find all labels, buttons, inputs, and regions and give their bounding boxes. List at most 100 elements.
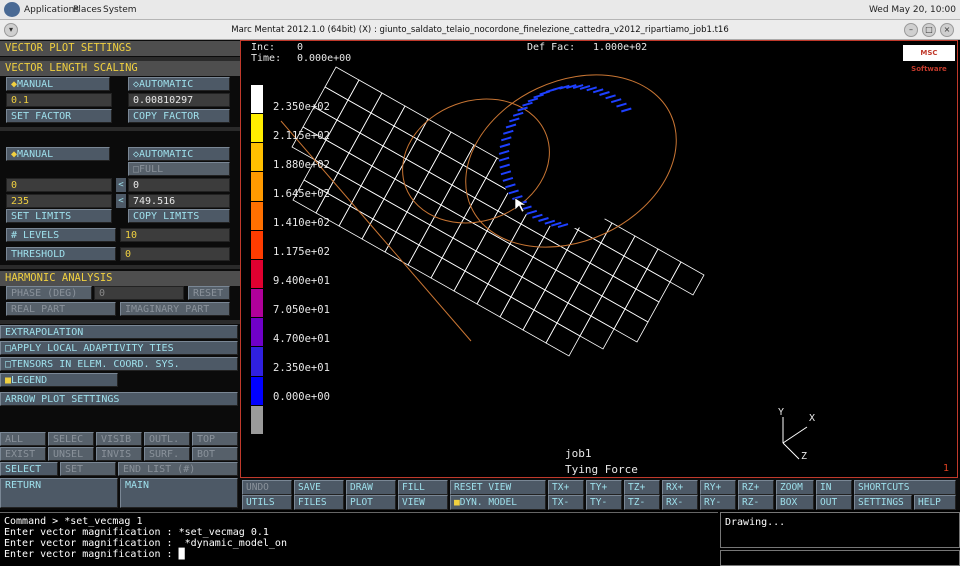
mesh-element [612,255,648,290]
return-button[interactable]: RETURN [0,478,118,508]
select-outline-button[interactable]: OUTL. [144,432,190,446]
shortcuts-button[interactable]: SHORTCUTS [854,480,956,495]
mesh-element [407,244,443,279]
undo-button[interactable]: UNDO [242,480,292,495]
mesh-element [336,99,372,134]
automatic-scaling-toggle[interactable]: ◇AUTOMATIC [128,77,230,91]
tensors-toggle[interactable]: □TENSORS IN ELEM. COORD. SYS. [0,357,238,371]
min-limit-input[interactable]: 0 [6,178,112,192]
ty-plus-button[interactable]: TY+ [586,480,622,495]
zoom-out-button[interactable]: OUT [816,495,852,510]
command-console[interactable]: Command > *set_vecmag 1 Enter vector magn… [0,512,718,566]
select-button[interactable]: SELECT [0,462,58,476]
select-exist-button[interactable]: EXIST [0,447,46,461]
set-button[interactable]: SET [60,462,116,476]
minimize-icon[interactable]: – [904,23,918,37]
real-part-button[interactable]: REAL PART [6,302,116,316]
end-list-button[interactable]: END LIST (#) [118,462,238,476]
manual-scaling-toggle[interactable]: ◆MANUAL [6,77,110,91]
select-bottom-button[interactable]: BOT [192,447,238,461]
mesh-element [361,218,397,253]
mesh-element [417,171,453,206]
clock[interactable]: Wed May 20, 10:00 [869,5,956,15]
files-button[interactable]: FILES [294,495,344,510]
imaginary-part-button[interactable]: IMAGINARY PART [120,302,230,316]
set-limits-button[interactable]: SET LIMITS [6,209,112,223]
menu-system[interactable]: System [103,5,137,15]
legend-swatch [251,259,263,290]
threshold-input[interactable]: 0 [120,247,230,261]
automatic-limits-toggle[interactable]: ◇AUTOMATIC [128,147,230,161]
legend-label: 2.350e+01 [273,362,330,374]
graphics-viewport[interactable]: Inc: 0 Time: 0.000e+00 Def Fac: 1.000e+0… [240,40,958,478]
phase-input[interactable]: 0 [94,286,184,300]
phase-button[interactable]: PHASE (DEG) [6,286,92,300]
adaptivity-toggle[interactable]: □APPLY LOCAL ADAPTIVITY TIES [0,341,238,355]
tz-minus-button[interactable]: TZ- [624,495,660,510]
levels-button[interactable]: # LEVELS [6,228,116,242]
ry-minus-button[interactable]: RY- [700,495,736,510]
mesh-element [522,309,558,344]
rz-minus-button[interactable]: RZ- [738,495,774,510]
zoom-box-button[interactable]: BOX [776,495,814,510]
command-input[interactable]: Enter vector magnification : █ [4,549,714,560]
dynamic-model-toggle[interactable]: ■DYN. MODEL [450,495,546,510]
save-button[interactable]: SAVE [294,480,344,495]
extrapolation-button[interactable]: EXTRAPOLATION [0,325,238,339]
select-visible-button[interactable]: VISIB [96,432,142,446]
harmonic-analysis-header: HARMONIC ANALYSIS [0,271,240,286]
zoom-button[interactable]: ZOOM [776,480,814,495]
menu-applications[interactable]: Applications [24,5,79,15]
settings-button[interactable]: SETTINGS [854,495,912,510]
set-factor-button[interactable]: SET FACTOR [6,109,112,123]
reset-button[interactable]: RESET [188,286,230,300]
arrow-plot-settings-button[interactable]: ARROW PLOT SETTINGS [0,392,238,406]
factor-input[interactable]: 0.1 [6,93,112,107]
rz-plus-button[interactable]: RZ+ [738,480,774,495]
select-all-button[interactable]: ALL [0,432,46,446]
status-area-secondary [720,550,960,566]
plot-button[interactable]: PLOT [346,495,396,510]
tx-minus-button[interactable]: TX- [548,495,584,510]
select-selected-button[interactable]: SELEC [48,432,94,446]
copy-limits-button[interactable]: COPY LIMITS [128,209,230,223]
ry-plus-button[interactable]: RY+ [700,480,736,495]
maximize-icon[interactable]: □ [922,23,936,37]
mesh-element [589,242,625,277]
console-line: Enter vector magnification : *set_vecmag… [4,527,269,538]
rx-plus-button[interactable]: RX+ [662,480,698,495]
select-top-button[interactable]: TOP [192,432,238,446]
mesh-element [441,237,477,272]
gnome-foot-icon[interactable] [4,2,20,17]
help-button[interactable]: HELP [914,495,956,510]
ty-minus-button[interactable]: TY- [586,495,622,510]
fill-button[interactable]: FILL [398,480,448,495]
levels-input[interactable]: 10 [120,228,230,242]
max-limit-input[interactable]: 235 [6,194,112,208]
tz-plus-button[interactable]: TZ+ [624,480,660,495]
mesh-element [533,289,569,324]
view-button[interactable]: VIEW [398,495,448,510]
threshold-button[interactable]: THRESHOLD [6,247,116,261]
full-toggle[interactable]: □FULL [128,162,230,176]
rx-minus-button[interactable]: RX- [662,495,698,510]
mesh-element [555,249,591,284]
reset-view-button[interactable]: RESET VIEW [450,480,546,495]
mesh-element [462,144,498,179]
close-icon[interactable]: × [940,23,954,37]
manual-limits-toggle[interactable]: ◆MANUAL [6,147,110,161]
select-surface-button[interactable]: SURF. [144,447,190,461]
zoom-in-button[interactable]: IN [816,480,852,495]
vector-arrow [605,94,616,100]
length-scaling-header: VECTOR LENGTH SCALING [0,61,240,76]
main-button[interactable]: MAIN [120,478,238,508]
legend-toggle[interactable]: ■LEGEND [0,373,118,387]
copy-factor-button[interactable]: COPY FACTOR [128,109,230,123]
select-unselected-button[interactable]: UNSEL [48,447,94,461]
legend-label: 0.000e+00 [273,391,330,403]
select-invisible-button[interactable]: INVIS [96,447,142,461]
utils-button[interactable]: UTILS [242,495,292,510]
tx-plus-button[interactable]: TX+ [548,480,584,495]
menu-places[interactable]: Places [73,5,102,15]
draw-button[interactable]: DRAW [346,480,396,495]
